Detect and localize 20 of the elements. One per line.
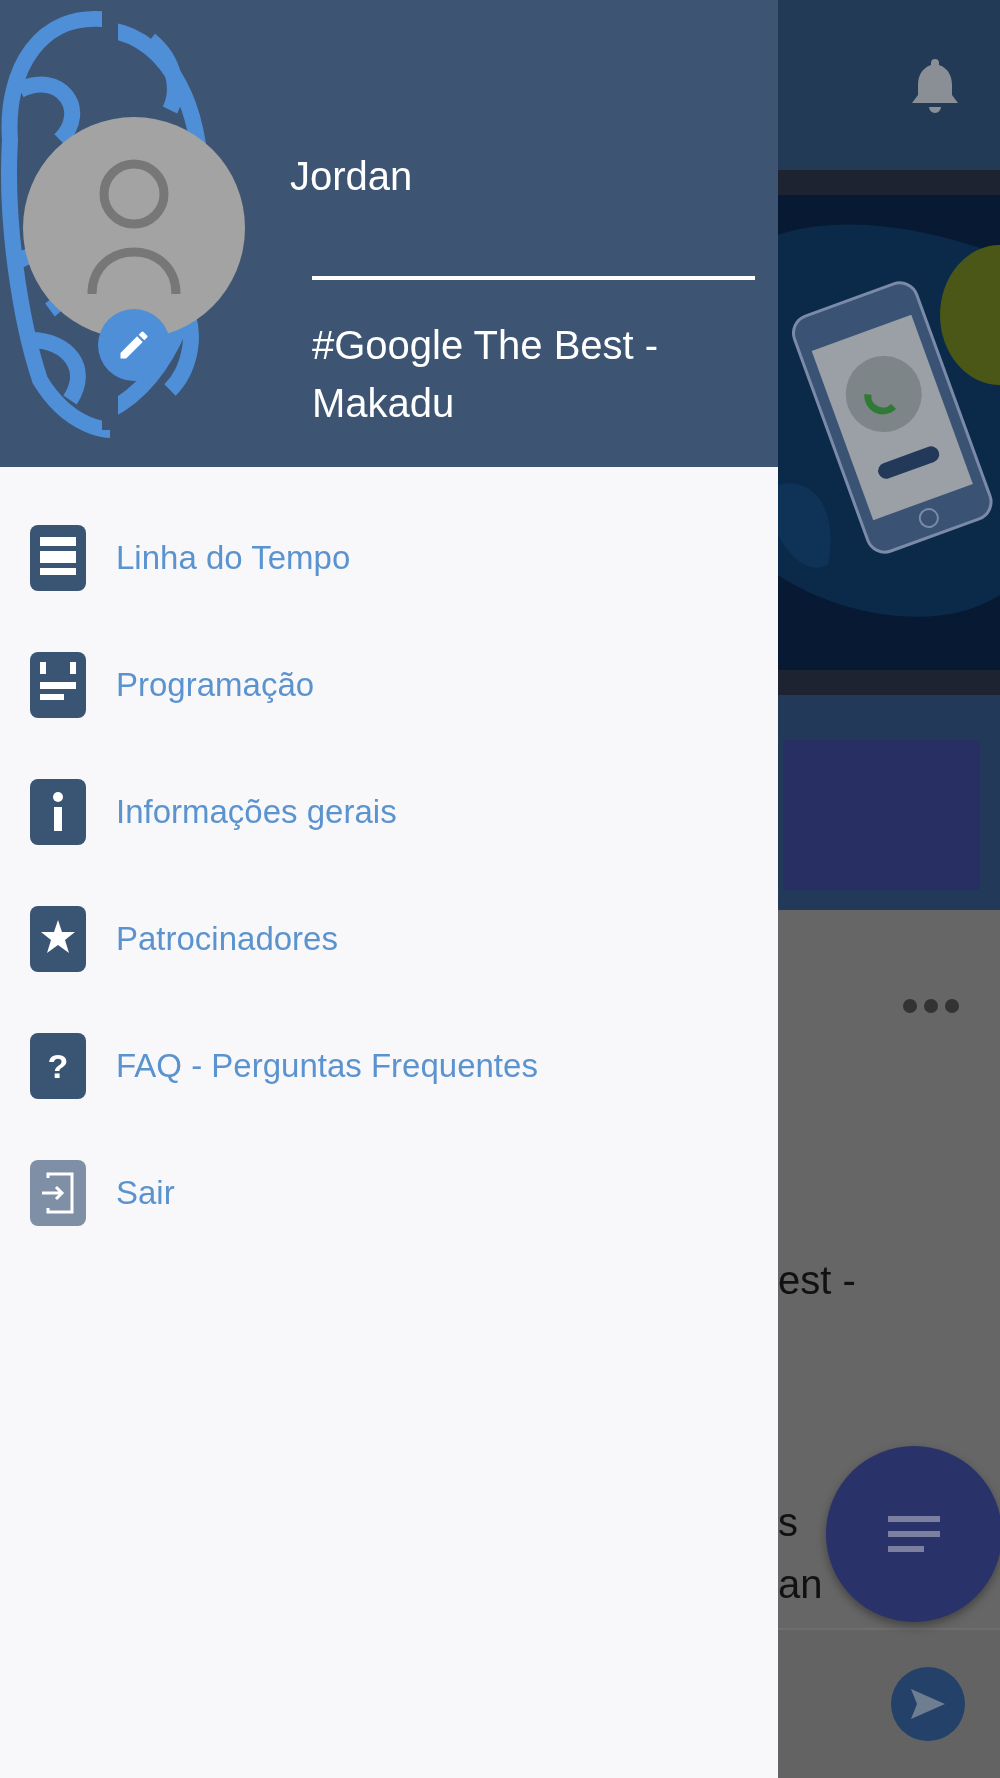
menu-item[interactable]: Linha do Tempo [116,538,351,577]
menu-item[interactable]: Sair [116,1173,175,1212]
info-icon [30,778,86,845]
menu-item[interactable]: FAQ - Perguntas Frequentes [116,1046,538,1085]
help-icon: ? [30,1032,86,1099]
menu-item[interactable]: Programação [116,665,315,704]
post-text: est - [778,1257,856,1304]
list-icon [30,524,86,591]
post-text: s [778,1499,798,1546]
more-icon[interactable] [902,998,960,1014]
menu-icon [888,1514,940,1554]
post-text: an [778,1561,823,1608]
menu-item[interactable]: Informações gerais [116,792,397,831]
menu-item[interactable]: Patrocinadores [116,919,338,958]
logout-icon [30,1159,86,1226]
calendar-icon [30,651,86,718]
bell-icon[interactable] [910,57,960,113]
event-name: #Google The Best - Makadu [312,322,660,427]
send-icon [911,1689,945,1719]
user-name: Jordan [290,153,414,200]
